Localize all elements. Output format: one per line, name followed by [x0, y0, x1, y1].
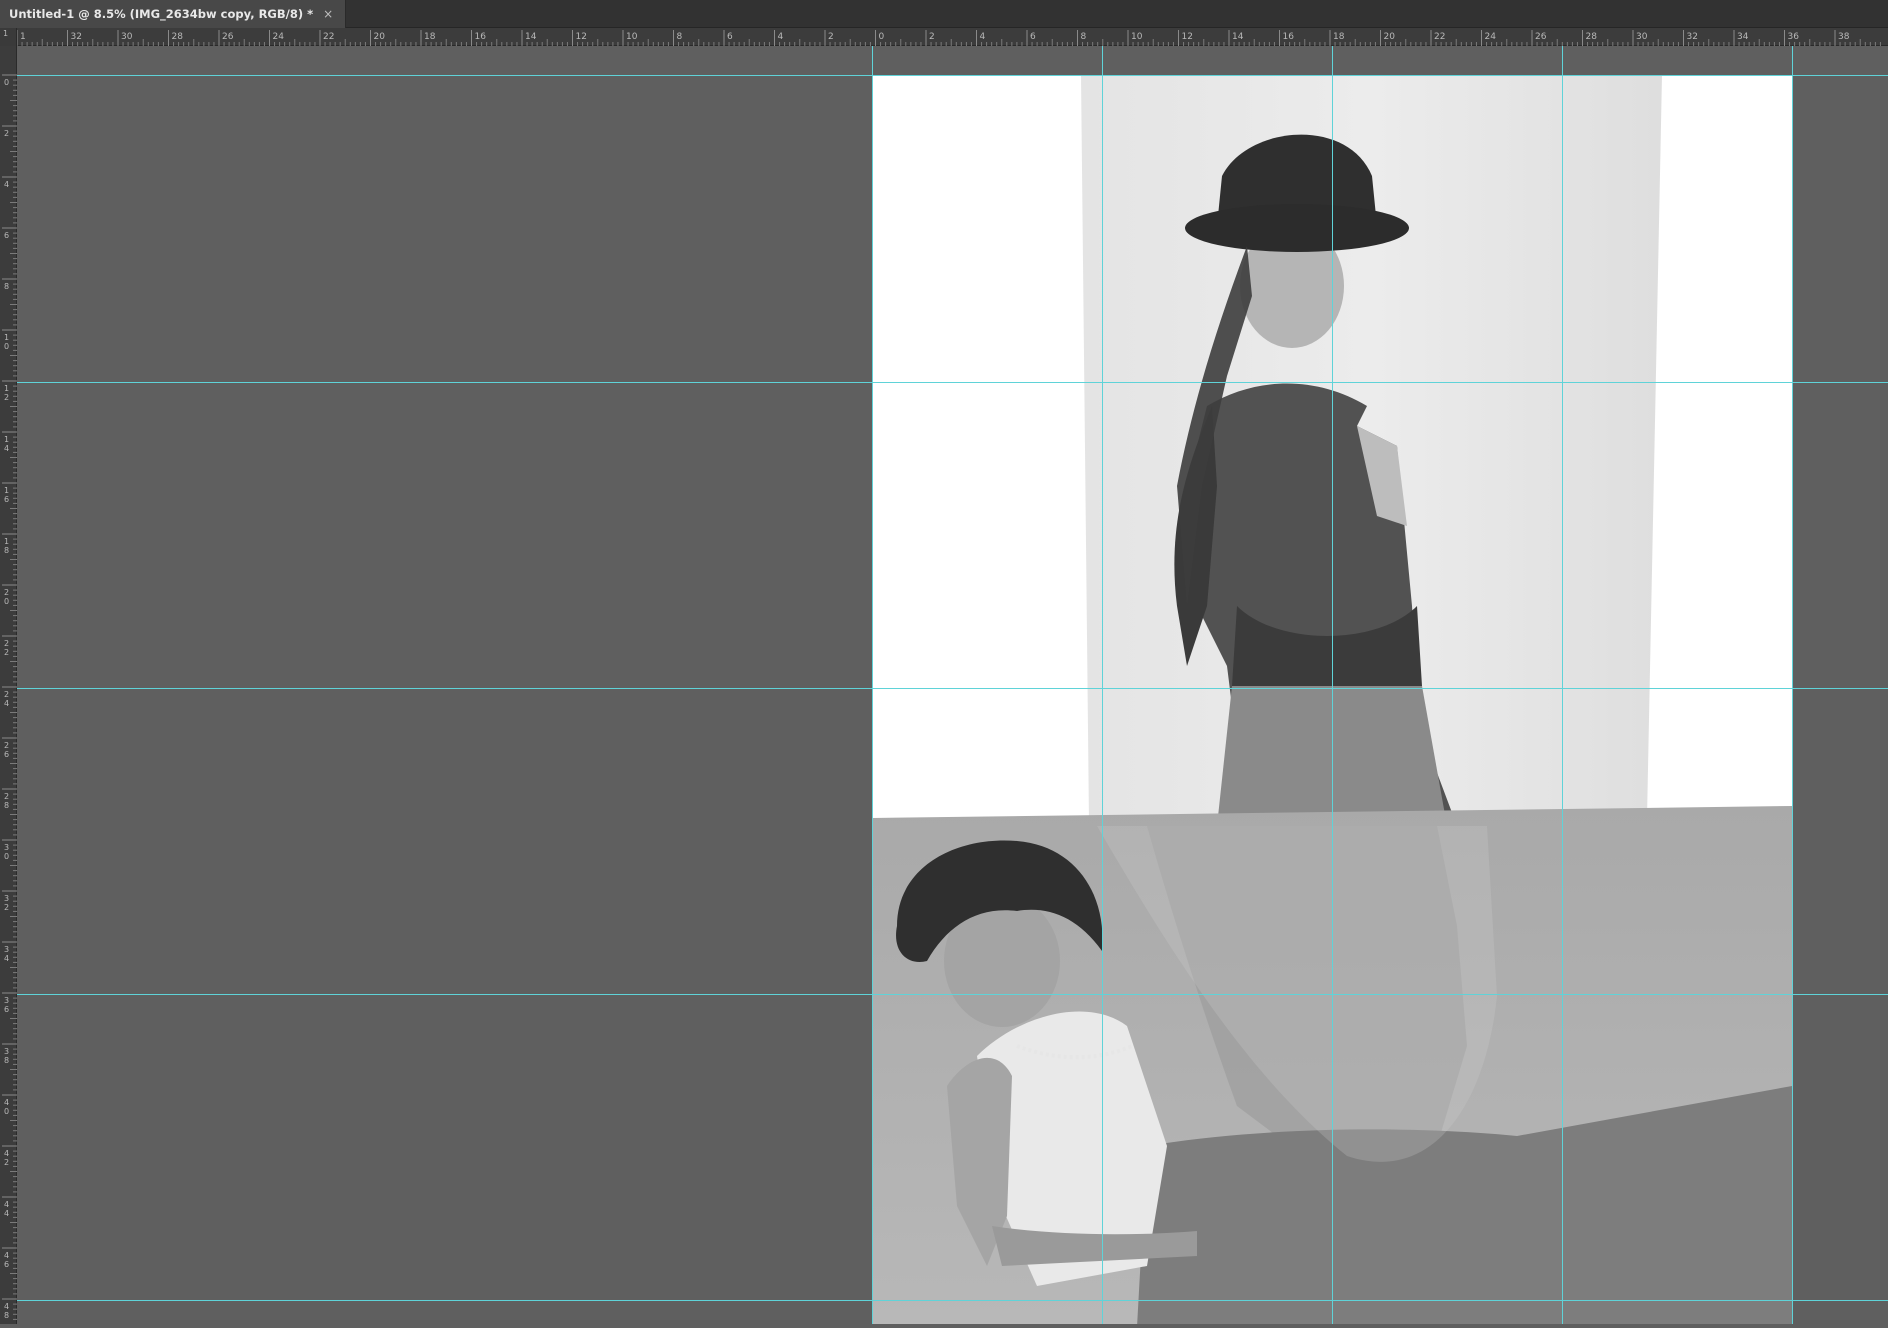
ruler-label: 3 [4, 1047, 9, 1056]
ruler-label: 20 [1384, 32, 1396, 42]
ruler-label: 4 [4, 1251, 9, 1260]
ruler-label: 8 [4, 546, 9, 555]
pasteboard-area[interactable] [17, 46, 1888, 1327]
ruler-label: 16 [1283, 32, 1295, 42]
ruler-label: 2 [4, 129, 9, 138]
ruler-label: 0 [4, 597, 9, 606]
ruler-label: 38 [1838, 32, 1850, 42]
ruler-label: 30 [121, 32, 133, 42]
ruler-label: 4 [4, 1209, 9, 1218]
ruler-label: 12 [576, 32, 587, 42]
ruler-label: 6 [727, 32, 733, 42]
ruler-label: 22 [323, 32, 334, 42]
ruler-label: 32 [1687, 32, 1698, 42]
vertical-ruler-scale: 0246810121416182022242628303234363840424… [2, 74, 17, 1320]
ruler-label: 16 [475, 32, 487, 42]
ruler-label: 4 [4, 954, 9, 963]
ruler-label: 8 [4, 282, 9, 291]
ruler-label: 2 [4, 588, 9, 597]
ruler-label: 32 [71, 32, 82, 42]
document-tab-title: Untitled-1 @ 8.5% (IMG_2634bw copy, RGB/… [9, 7, 314, 21]
ruler-label: 2 [4, 648, 9, 657]
ruler-label: 8 [4, 1056, 9, 1065]
ruler-label: 1 [4, 384, 9, 393]
ruler-label: 1 [4, 435, 9, 444]
ruler-label: 2 [4, 741, 9, 750]
ruler-label: 12 [1182, 32, 1193, 42]
ruler-label: 8 [1081, 32, 1087, 42]
ruler-origin-corner[interactable]: 1 [0, 28, 17, 46]
ruler-label: 24 [273, 32, 285, 42]
ruler-label: 4 [4, 1302, 9, 1311]
ruler-label: 26 [222, 32, 234, 42]
close-icon[interactable]: × [323, 8, 333, 20]
ruler-label: 14 [525, 32, 537, 42]
ruler-label: 34 [1737, 32, 1749, 42]
ruler-label: 6 [1030, 32, 1036, 42]
vertical-ruler[interactable]: 0246810121416182022242628303234363840424… [0, 46, 17, 1324]
ruler-label: 10 [1131, 32, 1143, 42]
ruler-label: 4 [4, 1098, 9, 1107]
ruler-label: 28 [172, 32, 184, 42]
ruler-label: 6 [4, 1260, 9, 1269]
ruler-label: 8 [4, 1311, 9, 1320]
ruler-label: 3 [4, 843, 9, 852]
ruler-label: 0 [4, 342, 9, 351]
ruler-label: 2 [4, 792, 9, 801]
ruler-label: 8 [4, 801, 9, 810]
ruler-label: 14 [1232, 32, 1244, 42]
ruler-label: 24 [1485, 32, 1497, 42]
ruler-label: 0 [879, 32, 885, 42]
ruler-label: 0 [4, 78, 9, 87]
ruler-label: 4 [4, 444, 9, 453]
canvas-viewport [17, 46, 1888, 1327]
ruler-label: 2 [4, 393, 9, 402]
ruler-label: 2 [4, 903, 9, 912]
ruler-label: 1 [4, 537, 9, 546]
ruler-label: 3 [4, 996, 9, 1005]
document-tab[interactable]: Untitled-1 @ 8.5% (IMG_2634bw copy, RGB/… [0, 0, 347, 28]
ruler-label: 6 [4, 231, 9, 240]
ruler-label: 4 [4, 1149, 9, 1158]
ruler-label: 3 [4, 945, 9, 954]
ruler-label: 18 [1333, 32, 1345, 42]
horizontal-ruler[interactable]: 1 32 30 28 26 24 22 20 18 16 14 12 10 8 6 4 2 0 2 4 6 8 10 12 14… [16, 28, 1888, 46]
ruler-label: 1 [4, 333, 9, 342]
ruler-label: 1 [20, 32, 26, 42]
ruler-label: 6 [4, 750, 9, 759]
ruler-label: 4 [4, 699, 9, 708]
ruler-label: 2 [828, 32, 834, 42]
ruler-label: 1 [4, 486, 9, 495]
ruler-label: 0 [4, 852, 9, 861]
ruler-label: 0 [4, 1107, 9, 1116]
ruler-label: 36 [1788, 32, 1800, 42]
ruler-label: 4 [4, 1200, 9, 1209]
ruler-label: 26 [1535, 32, 1547, 42]
ruler-label: 4 [778, 32, 784, 42]
horizontal-ruler-scale: 1 32 30 28 26 24 22 20 18 16 14 12 10 8 6 4 2 0 2 4 6 8 10 12 14… [16, 30, 1881, 46]
ruler-label: 30 [1636, 32, 1648, 42]
ruler-label: 1 [3, 29, 8, 38]
ruler-label: 4 [4, 180, 9, 189]
ruler-label: 3 [4, 894, 9, 903]
ruler-label: 2 [4, 1158, 9, 1167]
ruler-label: 2 [929, 32, 935, 42]
ruler-label: 8 [677, 32, 683, 42]
ruler-label: 22 [1434, 32, 1445, 42]
document-tab-bar: Untitled-1 @ 8.5% (IMG_2634bw copy, RGB/… [0, 0, 1888, 28]
ruler-label: 4 [980, 32, 986, 42]
ruler-label: 2 [4, 639, 9, 648]
upper-photo-layer [1081, 75, 1662, 826]
ruler-label: 28 [1586, 32, 1598, 42]
ruler-label: 2 [4, 690, 9, 699]
ruler-label: 18 [424, 32, 436, 42]
ruler-label: 6 [4, 495, 9, 504]
ruler-label: 6 [4, 1005, 9, 1014]
ruler-label: 10 [626, 32, 638, 42]
ruler-label: 20 [374, 32, 386, 42]
